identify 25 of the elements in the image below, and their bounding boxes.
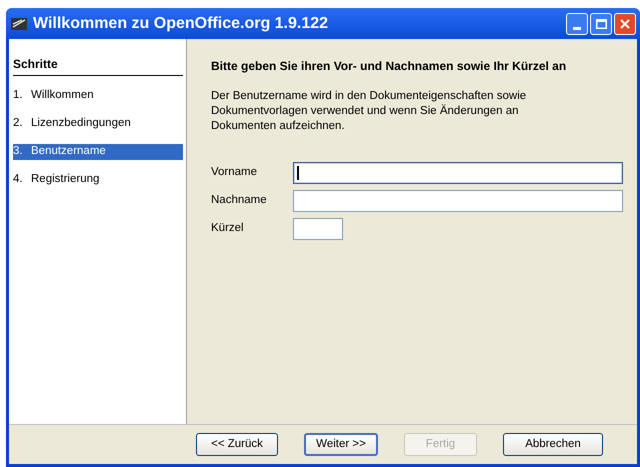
dialog-button[interactable]: Weiter >> <box>304 433 378 456</box>
step-item[interactable]: 4. Registrierung <box>13 172 183 188</box>
minimize-button[interactable] <box>566 12 588 34</box>
field-label: Vorname <box>211 165 258 180</box>
step-item[interactable]: 2. Lizenzbedingungen <box>13 116 183 132</box>
minimize-icon <box>573 26 581 30</box>
sidebar-title: Schritte <box>13 55 183 76</box>
window-title: Willkommen zu OpenOffice.org 1.9.122 <box>33 14 330 34</box>
close-button[interactable] <box>614 12 636 34</box>
dialog-button[interactable]: Abbrechen <box>503 433 603 456</box>
field-label: Kürzel <box>211 221 245 236</box>
description-text: Der Benutzername wird in den Dokumenteigenschaften sowie Dokumentvorlagen verwendet und wenn Sie Änderungen an Dokumenten aufzeichnen. <box>211 89 528 134</box>
step-item[interactable]: 3. Benutzername <box>13 144 183 160</box>
text-cursor <box>297 166 299 180</box>
text-input[interactable] <box>293 190 623 212</box>
app-icon <box>10 16 28 32</box>
maximize-icon <box>596 18 606 28</box>
step-item[interactable]: 1. Willkommen <box>13 88 183 104</box>
maximize-button[interactable] <box>590 12 612 34</box>
page-heading: Bitte geben Sie ihren Vor- und Nachnamen sowie Ihr Kürzel an <box>211 58 568 75</box>
field-label: Nachname <box>211 193 268 208</box>
close-icon <box>620 18 630 28</box>
text-input[interactable] <box>293 162 623 184</box>
text-input[interactable] <box>293 218 343 240</box>
dialog-button[interactable]: << Zurück <box>196 433 278 456</box>
